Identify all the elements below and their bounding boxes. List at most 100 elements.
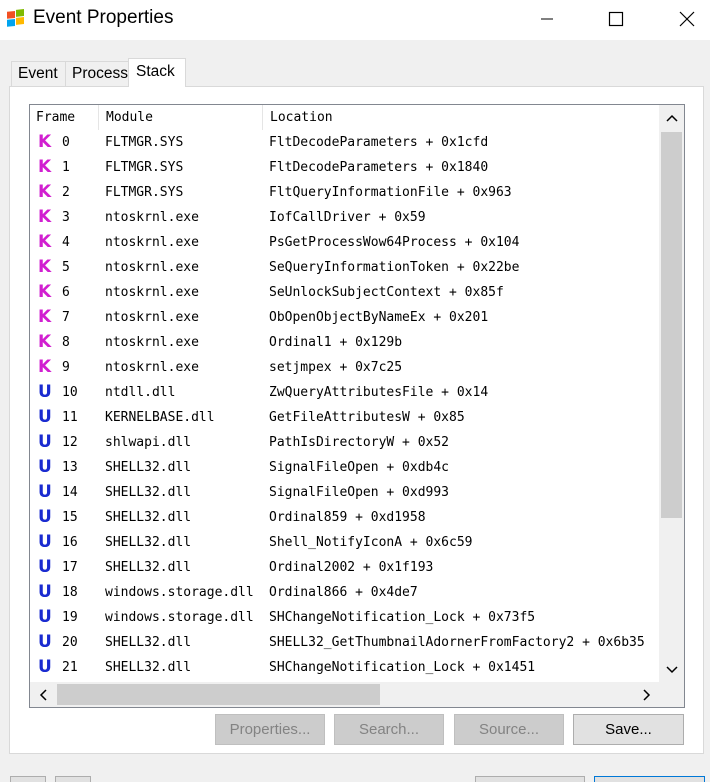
- user-frame-icon: U: [38, 457, 52, 477]
- table-row[interactable]: K 2 FLTMGR.SYS FltQueryInformationFile + 0x…: [30, 180, 660, 205]
- module-name: ntoskrnl.exe: [105, 335, 199, 350]
- frame-number: 15: [62, 510, 78, 525]
- column-header-frame[interactable]: Frame: [30, 105, 100, 130]
- table-row[interactable]: U 19 windows.storage.dll SHChangeNotificati…: [30, 605, 660, 630]
- module-name: ntoskrnl.exe: [105, 360, 199, 375]
- location-value: Ordinal859 + 0xd1958: [269, 510, 426, 525]
- table-row[interactable]: U 12 shlwapi.dll PathIsDirectoryW + 0x52: [30, 430, 660, 455]
- column-divider[interactable]: [262, 105, 263, 130]
- close-button[interactable]: [664, 0, 710, 38]
- module-name: SHELL32.dll: [105, 635, 192, 650]
- chevron-left-icon: [39, 688, 47, 701]
- table-row[interactable]: K 4 ntoskrnl.exe PsGetProcessWow64Process +…: [30, 230, 660, 255]
- horizontal-scroll-thumb[interactable]: [57, 684, 380, 705]
- user-frame-icon: U: [38, 532, 52, 552]
- chevron-down-icon: [665, 665, 678, 673]
- table-row[interactable]: K 0 FLTMGR.SYS FltDecodeParameters + 0x1cfd: [30, 130, 660, 155]
- table-row[interactable]: U 11 KERNELBASE.dll GetFileAttributesW + 0x…: [30, 405, 660, 430]
- vertical-scrollbar[interactable]: [659, 105, 684, 682]
- location-value: PsGetProcessWow64Process + 0x104: [269, 235, 520, 250]
- location-value: FltQueryInformationFile + 0x963: [269, 185, 512, 200]
- column-divider[interactable]: [98, 105, 99, 130]
- location-value: IofCallDriver + 0x59: [269, 210, 426, 225]
- kernel-frame-icon: K: [38, 132, 52, 152]
- module-name: SHELL32.dll: [105, 660, 192, 675]
- frame-number: 5: [62, 260, 70, 275]
- frame-number: 16: [62, 535, 78, 550]
- bottom-button-partial[interactable]: [10, 776, 46, 782]
- table-row[interactable]: K 1 FLTMGR.SYS FltDecodeParameters + 0x1840: [30, 155, 660, 180]
- kernel-frame-icon: K: [38, 307, 52, 327]
- module-name: FLTMGR.SYS: [105, 160, 184, 175]
- bottom-button-partial[interactable]: [475, 776, 585, 782]
- frame-number: 12: [62, 435, 78, 450]
- table-row[interactable]: K 8 ntoskrnl.exe Ordinal1 + 0x129b: [30, 330, 660, 355]
- user-frame-icon: U: [38, 657, 52, 677]
- list-rows: K 0 FLTMGR.SYS FltDecodeParameters + 0x1cfd…: [30, 130, 660, 685]
- module-name: ntoskrnl.exe: [105, 310, 199, 325]
- frame-number: 2: [62, 185, 70, 200]
- module-name: ntoskrnl.exe: [105, 285, 199, 300]
- user-frame-icon: U: [38, 407, 52, 427]
- table-row[interactable]: U 10 ntdll.dll ZwQueryAttributesFile + 0x14: [30, 380, 660, 405]
- title-bar: Event Properties: [0, 0, 710, 40]
- table-row[interactable]: K 3 ntoskrnl.exe IofCallDriver + 0x59: [30, 205, 660, 230]
- tab-process[interactable]: Process: [65, 61, 129, 86]
- bottom-button-partial[interactable]: [594, 776, 705, 782]
- table-row[interactable]: U 20 SHELL32.dll SHELL32_GetThumbnailAdorne…: [30, 630, 660, 655]
- location-value: SignalFileOpen + 0xd993: [269, 485, 450, 500]
- kernel-frame-icon: K: [38, 282, 52, 302]
- scroll-down-button[interactable]: [659, 657, 684, 682]
- column-header-location[interactable]: Location: [264, 105, 664, 130]
- kernel-frame-icon: K: [38, 182, 52, 202]
- maximize-button[interactable]: [593, 0, 639, 38]
- location-value: ObOpenObjectByNameEx + 0x201: [269, 310, 489, 325]
- table-row[interactable]: U 17 SHELL32.dll Ordinal2002 + 0x1f193: [30, 555, 660, 580]
- table-row[interactable]: K 9 ntoskrnl.exe setjmpex + 0x7c25: [30, 355, 660, 380]
- kernel-frame-icon: K: [38, 357, 52, 377]
- table-row[interactable]: U 21 SHELL32.dll SHChangeNotification_Lock …: [30, 655, 660, 680]
- scroll-left-button[interactable]: [30, 682, 55, 707]
- scroll-right-button[interactable]: [634, 682, 659, 707]
- minimize-button[interactable]: [524, 0, 570, 38]
- location-value: FltDecodeParameters + 0x1cfd: [269, 135, 489, 150]
- user-frame-icon: U: [38, 582, 52, 602]
- kernel-frame-icon: K: [38, 232, 52, 252]
- table-row[interactable]: K 5 ntoskrnl.exe SeQueryInformationToken + …: [30, 255, 660, 280]
- frame-number: 10: [62, 385, 78, 400]
- frame-number: 19: [62, 610, 78, 625]
- search-button[interactable]: Search...: [334, 714, 444, 745]
- scroll-up-button[interactable]: [659, 105, 684, 130]
- module-name: SHELL32.dll: [105, 510, 192, 525]
- location-value: SHChangeNotification_Lock + 0x73f5: [269, 610, 536, 625]
- location-value: SeUnlockSubjectContext + 0x85f: [269, 285, 504, 300]
- table-row[interactable]: U 13 SHELL32.dll SignalFileOpen + 0xdb4c: [30, 455, 660, 480]
- table-row[interactable]: K 6 ntoskrnl.exe SeUnlockSubjectContext + 0…: [30, 280, 660, 305]
- bottom-button-partial[interactable]: [55, 776, 91, 782]
- save-button[interactable]: Save...: [573, 714, 684, 745]
- module-name: ntoskrnl.exe: [105, 235, 199, 250]
- module-name: ntoskrnl.exe: [105, 260, 199, 275]
- location-value: Ordinal1 + 0x129b: [269, 335, 403, 350]
- tab-stack[interactable]: Stack: [128, 58, 186, 87]
- stack-list[interactable]: Frame Module Location K 0 FLTMGR.SYS FltDec…: [29, 104, 685, 708]
- module-name: SHELL32.dll: [105, 460, 192, 475]
- frame-number: 18: [62, 585, 78, 600]
- table-row[interactable]: U 18 windows.storage.dll Ordinal866 + 0x4de…: [30, 580, 660, 605]
- table-row[interactable]: U 16 SHELL32.dll Shell_NotifyIconA + 0x6c59: [30, 530, 660, 555]
- vertical-scroll-thumb[interactable]: [661, 132, 682, 518]
- location-value: Ordinal2002 + 0x1f193: [269, 560, 434, 575]
- location-value: Ordinal866 + 0x4de7: [269, 585, 418, 600]
- location-value: SHChangeNotification_Lock + 0x1451: [269, 660, 536, 675]
- kernel-frame-icon: K: [38, 257, 52, 277]
- table-row[interactable]: K 7 ntoskrnl.exe ObOpenObjectByNameEx + 0x2…: [30, 305, 660, 330]
- column-header-module[interactable]: Module: [100, 105, 264, 130]
- location-value: Shell_NotifyIconA + 0x6c59: [269, 535, 473, 550]
- source-button[interactable]: Source...: [454, 714, 564, 745]
- horizontal-scrollbar[interactable]: [30, 682, 659, 707]
- table-row[interactable]: U 14 SHELL32.dll SignalFileOpen + 0xd993: [30, 480, 660, 505]
- properties-button[interactable]: Properties...: [215, 714, 325, 745]
- table-row[interactable]: U 15 SHELL32.dll Ordinal859 + 0xd1958: [30, 505, 660, 530]
- tab-event[interactable]: Event: [11, 61, 66, 86]
- user-frame-icon: U: [38, 607, 52, 627]
